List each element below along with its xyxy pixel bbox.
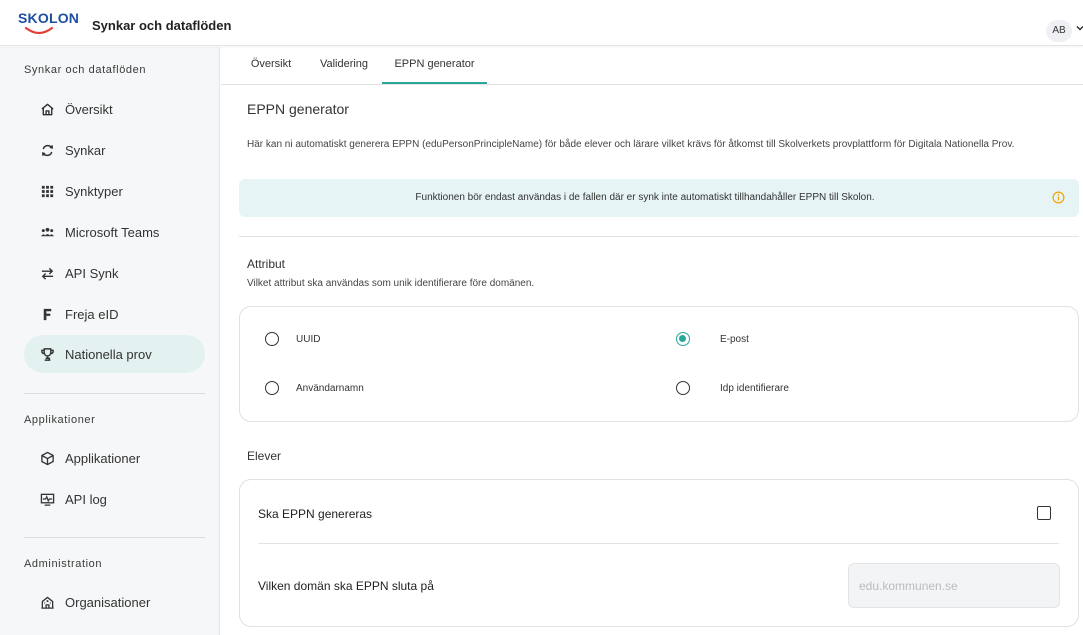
sidebar-item-label: Freja eID	[65, 306, 119, 322]
page-title: EPPN generator	[247, 101, 349, 117]
sidebar-item-label: Nationella prov	[65, 346, 152, 362]
tab-eppn-generator[interactable]: EPPN generator	[382, 47, 487, 84]
activity-monitor-icon	[40, 493, 55, 506]
sidebar-item-label: Applikationer	[65, 450, 141, 466]
tab-bar: Översikt Validering EPPN generator	[221, 47, 1083, 85]
sidebar-item-applikationer[interactable]: Applikationer	[24, 439, 205, 477]
info-icon[interactable]	[1052, 191, 1065, 204]
sidebar-section-title: Administration	[24, 558, 103, 570]
domain-input[interactable]	[848, 563, 1060, 608]
info-banner-text: Funktionen bör endast användas i de fall…	[415, 192, 875, 203]
sidebar-item-label: Organisationer	[65, 594, 151, 610]
radio-label-e-post[interactable]: E-post	[720, 334, 749, 345]
sidebar-item-freja-eid[interactable]: Freja eID	[24, 295, 205, 333]
sidebar-item-label: Synktyper	[65, 183, 123, 199]
sidebar-section-title: Applikationer	[24, 414, 96, 426]
skolon-logo[interactable]: SKOLON	[18, 10, 80, 38]
sidebar-divider	[24, 393, 205, 394]
info-banner: Funktionen bör endast användas i de fall…	[239, 179, 1079, 217]
elever-section-title: Elever	[247, 449, 282, 463]
app-title: Synkar och dataflöden	[92, 18, 232, 33]
sidebar-section-title: Synkar och dataflöden	[24, 64, 147, 76]
sidebar-item-label: Synkar	[65, 142, 106, 158]
radio-uuid[interactable]	[265, 332, 279, 346]
attribute-options-card	[239, 306, 1079, 422]
logo-smile-icon	[24, 26, 54, 35]
people-icon	[40, 227, 55, 236]
card-divider	[258, 543, 1059, 544]
radio-label-anvandarnamn[interactable]: Användarnamn	[296, 383, 364, 394]
trophy-icon	[41, 347, 54, 361]
radio-label-uuid[interactable]: UUID	[296, 334, 320, 345]
attribute-section-subtitle: Vilket attribut ska användas som unik id…	[247, 278, 535, 289]
sidebar-item-api-log[interactable]: API log	[24, 480, 205, 518]
page-description: Här kan ni automatiskt generera EPPN (ed…	[247, 139, 1015, 150]
school-building-icon	[41, 596, 54, 609]
sidebar-item-synktyper[interactable]: Synktyper	[24, 172, 205, 210]
logo-text: SKOLON	[18, 10, 80, 26]
attribute-section-title: Attribut	[247, 257, 286, 271]
sidebar-item-label: Microsoft Teams	[65, 224, 160, 240]
generate-eppn-label: Ska EPPN genereras	[258, 507, 373, 521]
top-header: SKOLON Synkar och dataflöden AB	[0, 0, 1083, 46]
section-divider	[239, 236, 1079, 237]
sidebar-item-api-synk[interactable]: API Synk	[24, 254, 205, 292]
radio-anvandarnamn[interactable]	[265, 381, 279, 395]
cube-icon	[41, 451, 54, 465]
sidebar: Synkar och dataflöden Översikt Synkar Sy…	[0, 47, 220, 635]
sidebar-item-synkar[interactable]: Synkar	[24, 131, 205, 169]
sidebar-item-oversikt[interactable]: Översikt	[24, 90, 205, 128]
sidebar-item-microsoft-teams[interactable]: Microsoft Teams	[24, 213, 205, 251]
tab-validering[interactable]: Validering	[312, 47, 376, 84]
radio-idp-identifierare[interactable]	[676, 381, 690, 395]
home-icon	[41, 103, 54, 115]
sidebar-item-label: Översikt	[65, 101, 113, 117]
radio-label-idp-identifierare[interactable]: Idp identifierare	[720, 383, 789, 394]
chevron-down-icon[interactable]	[1076, 24, 1083, 32]
sidebar-item-organisationer[interactable]: Organisationer	[24, 583, 205, 621]
sidebar-item-label: API log	[65, 491, 107, 507]
radio-e-post[interactable]	[676, 332, 690, 346]
freja-f-icon	[43, 308, 52, 320]
sync-icon	[41, 144, 54, 156]
tab-oversikt[interactable]: Översikt	[241, 47, 301, 84]
swap-arrows-icon	[41, 267, 54, 280]
grid-icon	[41, 185, 54, 197]
generate-eppn-checkbox[interactable]	[1037, 506, 1051, 520]
sidebar-item-label: API Synk	[65, 265, 119, 281]
domain-label: Vilken domän ska EPPN sluta på	[258, 579, 434, 593]
user-avatar[interactable]: AB	[1046, 20, 1072, 42]
sidebar-item-nationella-prov[interactable]: Nationella prov	[24, 335, 205, 373]
sidebar-divider	[24, 537, 205, 538]
